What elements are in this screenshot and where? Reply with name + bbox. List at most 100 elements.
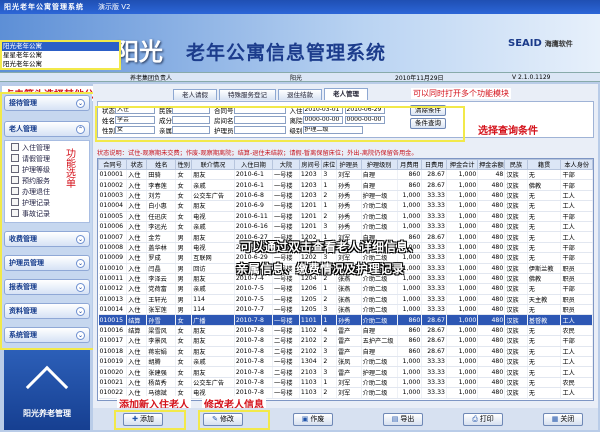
table-cell: 孙秀: [336, 190, 362, 202]
table-cell: 汉族: [504, 231, 528, 243]
table-row[interactable]: 010012 入住 党荷富男亲戚 2010-7-5 一号楼 1206 1 张燕 介助二级 1,00…: [98, 283, 593, 295]
table-cell: 汉族: [504, 242, 528, 254]
table-cell: 3: [321, 221, 337, 233]
tab-elder-manage[interactable]: 老人管理: [324, 88, 368, 100]
table-row[interactable]: 010016 结算 梁雪风女朋友 2010-7-8 一号楼 1102 4 雷产 自理 860 28.…: [98, 325, 593, 337]
grid-column-header[interactable]: 护理员: [335, 159, 362, 170]
table-cell: 无: [527, 304, 562, 316]
table-row[interactable]: 010013 入住 王轩光男 114 2010-7-5 一号楼 1205 2 张燕 介助二级 1,0…: [98, 294, 593, 306]
table-cell: 480: [477, 242, 506, 254]
tab-special-service[interactable]: 特殊服务登记: [219, 89, 276, 100]
print-button[interactable]: ⎙ 打印: [463, 413, 503, 426]
table-row[interactable]: 010005 入住 任迅庆女电视 2010-6-11 一号楼 1201 2 孙秀 介助二级 1,0…: [98, 211, 593, 222]
table-cell: 自理: [361, 346, 398, 358]
table-cell: 入住: [126, 242, 148, 254]
table-cell: 一号楼: [272, 294, 300, 306]
table-cell: 2010-6-16: [234, 221, 273, 233]
table-row[interactable]: 010017 入住 李景风女朋友 2010-7-8 二号楼 2102 2 雷产 五护产二级 860…: [98, 335, 593, 347]
grid-column-header[interactable]: 押金合计: [445, 159, 479, 170]
export-button[interactable]: ▤ 导出: [383, 413, 423, 426]
table-cell: 朋友: [191, 231, 235, 243]
grid-column-header[interactable]: 籍贯: [526, 159, 562, 170]
table-cell: 入住: [126, 283, 148, 295]
table-cell: 010004: [98, 200, 128, 212]
tab-elder-leave[interactable]: 老人请假: [173, 89, 217, 100]
table-cell: 女: [175, 169, 193, 181]
highlight-box: [95, 106, 465, 142]
table-row[interactable]: 010015 结算 孙雪女广播 2010-7-8 一号楼 1101 1 孙秀 介助二级 860 28…: [98, 314, 593, 326]
table-cell: 亲戚: [191, 221, 235, 233]
table-cell: 入住: [126, 169, 148, 181]
grid-column-header[interactable]: 联介情况: [191, 159, 235, 170]
table-cell: 汉族: [504, 179, 528, 191]
table-cell: 张燕: [336, 294, 362, 306]
table-cell: 李泽云: [146, 273, 177, 285]
table-row[interactable]: 010021 入住 杨苗秀女公交车广告 2010-7-8 一号楼 1103 1 刘军 介助二级 1…: [98, 377, 593, 389]
table-row[interactable]: 010004 入住 白小惠女朋友 2010-6-9 一号楼 1201 1 孙秀 介助二级 1,00…: [98, 200, 593, 212]
elder-grid[interactable]: 合同号 状态 姓名 性别 联介情况 入住日期 大院 房间号 床位 护理员 护理级别 月费用 日费用 押金合…: [97, 158, 594, 401]
table-cell: 1,000: [397, 211, 423, 222]
table-cell: 无: [527, 242, 562, 254]
table-cell: 职员: [560, 294, 593, 306]
table-cell: 一号楼: [272, 179, 300, 191]
table-cell: 介助二级: [361, 200, 398, 212]
grid-column-header[interactable]: 民族: [504, 159, 528, 170]
grid-column-header[interactable]: 押金余额: [477, 159, 506, 170]
table-cell: 自理: [361, 179, 398, 191]
table-cell: 010001: [98, 169, 128, 181]
table-cell: 无: [527, 231, 562, 243]
table-cell: 33.33: [421, 366, 447, 378]
grid-column-header[interactable]: 入住日期: [233, 159, 273, 170]
table-row[interactable]: 010003 入住 刘芳女公交车广告 2010-6-8 一号楼 1203 2 孙秀 护理一级 1,…: [98, 190, 593, 202]
grid-column-header[interactable]: 房间号: [298, 159, 323, 170]
grid-column-header[interactable]: 姓名: [146, 159, 177, 170]
table-cell: 480: [477, 221, 506, 233]
grid-column-header[interactable]: 大院: [271, 159, 300, 170]
grid-column-header[interactable]: 月费用: [396, 159, 423, 170]
table-cell: 入住: [126, 179, 148, 191]
grid-column-header[interactable]: 床位: [321, 159, 337, 170]
table-cell: 男: [175, 283, 193, 295]
table-cell: 雷产: [336, 346, 362, 358]
grid-column-header[interactable]: 日费用: [421, 159, 447, 170]
table-row[interactable]: 010006 入住 李远光女亲戚 2010-6-16 一号楼 1201 3 孙秀 介助二级 1,0…: [98, 221, 593, 233]
table-row[interactable]: 010014 入住 张军莲男 114 2010-7-7 一号楼 1205 3 张燕 介助二级 1,0…: [98, 304, 593, 316]
table-cell: 2010-7-5: [234, 294, 273, 306]
table-cell: 1: [321, 314, 337, 326]
table-cell: 介助二级: [361, 221, 398, 233]
table-cell: 一号楼: [272, 200, 300, 212]
void-button[interactable]: ▣ 作废: [293, 413, 333, 426]
table-cell: 1102: [299, 325, 323, 337]
close-button[interactable]: ▦ 关闭: [543, 413, 583, 426]
table-cell: 胡腾: [146, 356, 177, 368]
grid-column-header[interactable]: 状态: [126, 159, 148, 170]
table-cell: 1,000: [446, 366, 479, 378]
table-cell: 农民: [560, 377, 593, 389]
table-cell: 雷产: [336, 325, 362, 337]
table-row[interactable]: 010001 入住 田骑女朋友 2010-6-1 一号楼 1203 3 刘军 自理 860 28.6…: [98, 169, 593, 181]
tab-checkout-settle[interactable]: 退住结款: [278, 89, 322, 100]
grid-column-header[interactable]: 本人身份: [560, 159, 593, 170]
table-cell: 杨苗秀: [146, 377, 177, 389]
grid-column-header[interactable]: 性别: [175, 159, 193, 170]
table-row[interactable]: 010019 入住 胡腾女亲戚 2010-7-8 一号楼 1304 2 张凤 介助二级 1,000…: [98, 356, 593, 368]
table-cell: 女: [175, 325, 193, 337]
table-row[interactable]: 010018 入住 蒋宏娟女朋友 2010-7-8 二号楼 2102 3 雷产 自理 860 28.…: [98, 346, 593, 358]
table-cell: 张建强: [146, 366, 177, 378]
table-cell: 孙秀: [336, 221, 362, 233]
grid-column-header[interactable]: 合同号: [98, 159, 128, 170]
table-row[interactable]: 010020 入住 张建强女朋友 2010-7-8 二号楼 2103 3 雷产 护理二级 1,00…: [98, 366, 593, 378]
table-cell: 010014: [98, 304, 128, 316]
table-cell: 010009: [98, 252, 128, 264]
table-cell: 朋友: [191, 169, 235, 181]
table-cell: 860: [397, 169, 423, 181]
annotation-filter: 选择查询条件: [476, 122, 540, 137]
table-row[interactable]: 010002 入住 李春莲女亲戚 2010-6-1 一号楼 1203 1 孙秀 自理 860 28.…: [98, 179, 593, 191]
table-cell: 入住: [126, 273, 148, 285]
table-cell: 一号楼: [272, 221, 300, 233]
table-cell: 无: [527, 190, 562, 202]
table-cell: 结算: [126, 314, 148, 326]
grid-column-header[interactable]: 护理级别: [360, 159, 398, 170]
table-cell: 33.33: [421, 242, 447, 254]
table-cell: 1,000: [397, 387, 423, 399]
